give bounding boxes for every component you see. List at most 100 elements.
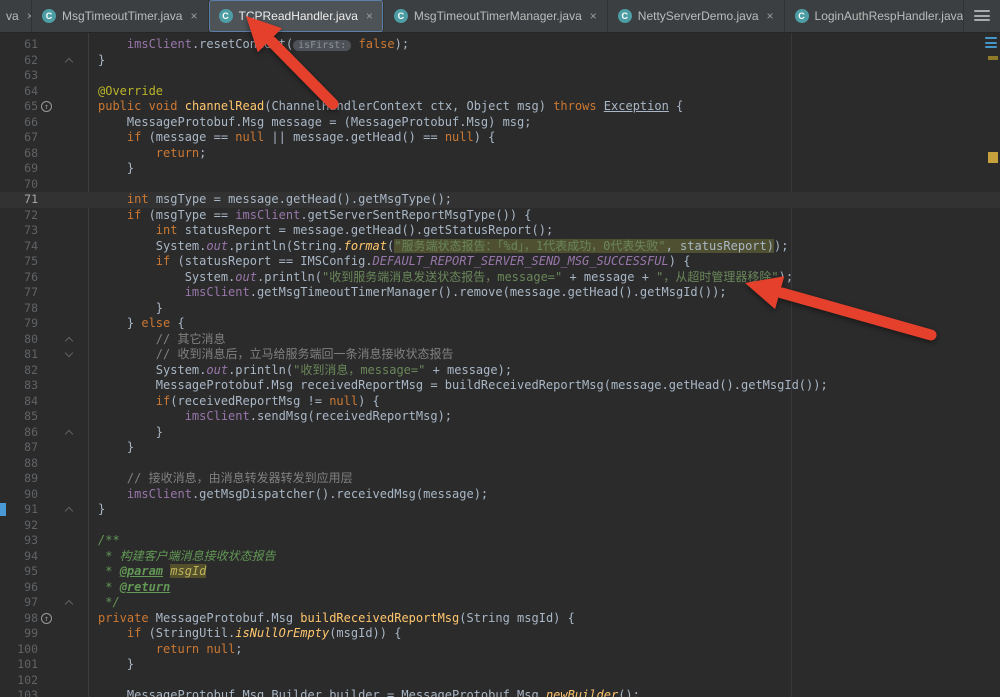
code-line[interactable]: 76 System.out.println("收到服务端消息发送状态报告，mes… [0, 270, 1000, 286]
line-number[interactable]: 74 [0, 239, 38, 255]
fold-up-icon[interactable] [65, 57, 73, 65]
code-text[interactable]: } [88, 53, 105, 69]
code-line[interactable]: 71 int msgType = message.getHead().getMs… [0, 192, 1000, 208]
code-line[interactable]: 68 return; [0, 146, 1000, 162]
code-text[interactable]: } [88, 161, 134, 177]
editor-tab[interactable]: CNettyServerDemo.java× [608, 0, 785, 32]
tab-close-icon[interactable]: × [366, 10, 373, 22]
line-number[interactable]: 65 [0, 99, 38, 115]
line-number[interactable]: 68 [0, 146, 38, 162]
code-line[interactable]: 69 } [0, 161, 1000, 177]
code-text[interactable]: return; [88, 146, 206, 162]
code-line[interactable]: 98↑private MessageProtobuf.Msg buildRece… [0, 611, 1000, 627]
code-line[interactable]: 65↑ public void channelRead(ChannelHandle… [0, 99, 1000, 115]
editor-tab[interactable]: va× [0, 0, 32, 32]
line-number[interactable]: 85 [0, 409, 38, 425]
line-number[interactable]: 103 [0, 688, 38, 697]
line-number[interactable]: 92 [0, 518, 38, 534]
line-number[interactable]: 63 [0, 68, 38, 84]
code-text[interactable]: * @return [88, 580, 170, 596]
code-text[interactable]: System.out.println("收到服务端消息发送状态报告，messag… [88, 270, 793, 286]
line-number[interactable]: 67 [0, 130, 38, 146]
code-text[interactable]: if (message == null || message.getHead()… [88, 130, 495, 146]
line-number[interactable]: 82 [0, 363, 38, 379]
code-text[interactable] [88, 68, 98, 84]
line-number[interactable]: 102 [0, 673, 38, 689]
line-number[interactable]: 80 [0, 332, 38, 348]
code-text[interactable] [88, 518, 98, 534]
line-number[interactable]: 101 [0, 657, 38, 673]
line-number[interactable]: 64 [0, 84, 38, 100]
line-number[interactable]: 97 [0, 595, 38, 611]
code-line[interactable]: 64@Override [0, 84, 1000, 100]
code-line[interactable]: 66 MessageProtobuf.Msg message = (Messag… [0, 115, 1000, 131]
code-line[interactable]: 96 * @return [0, 580, 1000, 596]
warning-stripe-mark[interactable] [988, 56, 998, 60]
code-text[interactable]: } else { [88, 316, 185, 332]
line-number[interactable]: 99 [0, 626, 38, 642]
tab-close-icon[interactable]: × [767, 10, 774, 22]
line-number[interactable]: 98 [0, 611, 38, 627]
code-text[interactable]: int statusReport = message.getHead().get… [88, 223, 553, 239]
line-number[interactable]: 76 [0, 270, 38, 286]
line-number[interactable]: 72 [0, 208, 38, 224]
editor-tab-selected[interactable]: CTCPReadHandler.java× [209, 0, 384, 32]
code-text[interactable]: int msgType = message.getHead().getMsgTy… [88, 192, 452, 208]
code-line[interactable]: 99 if (StringUtil.isNullOrEmpty(msgId)) … [0, 626, 1000, 642]
code-line[interactable]: 67 if (message == null || message.getHea… [0, 130, 1000, 146]
line-number[interactable]: 96 [0, 580, 38, 596]
code-text[interactable]: } [88, 425, 163, 441]
override-method-icon[interactable]: ↑ [41, 101, 52, 112]
line-number[interactable]: 81 [0, 347, 38, 363]
line-number[interactable]: 88 [0, 456, 38, 472]
code-line[interactable]: 74 System.out.println(String.format("服务端… [0, 239, 1000, 255]
line-number[interactable]: 71 [0, 192, 38, 208]
line-number[interactable]: 95 [0, 564, 38, 580]
code-text[interactable]: // 其它消息 [88, 332, 225, 348]
code-line[interactable]: 100 return null; [0, 642, 1000, 658]
code-line[interactable]: 61 imsClient.resetConnect(isFirst: false… [0, 37, 1000, 53]
code-line[interactable]: 95 * @param msgId [0, 564, 1000, 580]
code-line[interactable]: 63 [0, 68, 1000, 84]
code-line[interactable]: 79 } else { [0, 316, 1000, 332]
line-number[interactable]: 70 [0, 177, 38, 193]
warning-stripe-mark[interactable] [988, 152, 998, 163]
code-line[interactable]: 72 if (msgType == imsClient.getServerSen… [0, 208, 1000, 224]
code-line[interactable]: 101 } [0, 657, 1000, 673]
code-text[interactable]: imsClient.getMsgDispatcher().receivedMsg… [88, 487, 488, 503]
code-text[interactable]: // 接收消息，由消息转发器转发到应用层 [88, 471, 353, 487]
line-number[interactable]: 83 [0, 378, 38, 394]
code-text[interactable]: } [88, 502, 105, 518]
code-text[interactable]: public void channelRead(ChannelHandlerCo… [88, 99, 683, 115]
editor-tab[interactable]: CMsgTimeoutTimer.java× [32, 0, 209, 32]
code-line[interactable]: 93 /** [0, 533, 1000, 549]
editor-menu-icon[interactable] [974, 10, 990, 21]
code-text[interactable]: * @param msgId [88, 564, 206, 580]
inspections-widget-icon[interactable] [985, 37, 997, 48]
code-text[interactable]: private MessageProtobuf.Msg buildReceive… [88, 611, 575, 627]
line-number[interactable]: 75 [0, 254, 38, 270]
line-number[interactable]: 61 [0, 37, 38, 53]
line-number[interactable]: 90 [0, 487, 38, 503]
code-line[interactable]: 90 imsClient.getMsgDispatcher().received… [0, 487, 1000, 503]
code-line[interactable]: 84 if(receivedReportMsg != null) { [0, 394, 1000, 410]
code-line[interactable]: 102 [0, 673, 1000, 689]
code-text[interactable]: imsClient.sendMsg(receivedReportMsg); [88, 409, 452, 425]
code-text[interactable]: imsClient.resetConnect(isFirst: false); [88, 37, 409, 53]
line-number[interactable]: 79 [0, 316, 38, 332]
editor-tab[interactable]: CLoginAuthRespHandler.java× [785, 0, 990, 32]
line-number[interactable]: 100 [0, 642, 38, 658]
line-number[interactable]: 84 [0, 394, 38, 410]
code-text[interactable]: return null; [88, 642, 243, 658]
code-line[interactable]: 91} [0, 502, 1000, 518]
line-number[interactable]: 89 [0, 471, 38, 487]
code-line[interactable]: 82 System.out.println("收到消息，message=" + … [0, 363, 1000, 379]
code-line[interactable]: 73 int statusReport = message.getHead().… [0, 223, 1000, 239]
code-text[interactable] [88, 177, 98, 193]
code-text[interactable]: } [88, 657, 134, 673]
line-number[interactable]: 93 [0, 533, 38, 549]
code-line[interactable]: 94 * 构建客户端消息接收状态报告 [0, 549, 1000, 565]
code-text[interactable]: * 构建客户端消息接收状态报告 [88, 549, 276, 565]
code-text[interactable]: if (StringUtil.isNullOrEmpty(msgId)) { [88, 626, 401, 642]
code-text[interactable]: /** [88, 533, 120, 549]
